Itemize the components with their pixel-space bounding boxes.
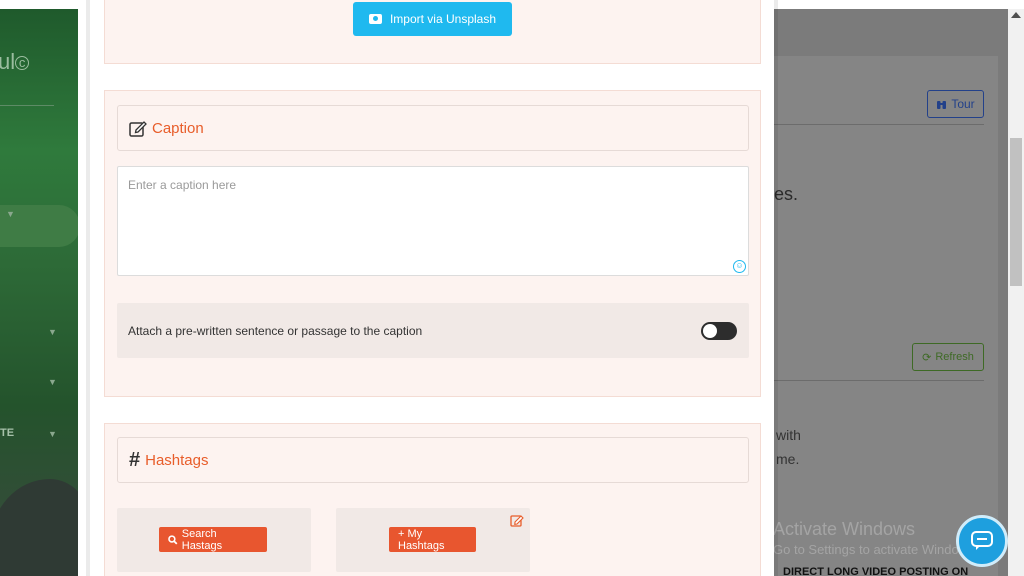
toggle-knob <box>703 323 717 338</box>
chevron-down-icon[interactable]: ▼ <box>48 377 57 387</box>
windows-activation-subtitle: Go to Settings to activate Windows. <box>773 542 979 557</box>
caption-panel: Caption ☺ Attach a pre-written sentence … <box>104 90 761 397</box>
scroll-up-arrow-icon[interactable] <box>1011 12 1021 18</box>
logo-text: ul <box>0 49 16 74</box>
hash-icon: # <box>129 448 141 471</box>
background-card <box>774 56 998 576</box>
tour-button[interactable]: Tour <box>927 90 984 118</box>
chevron-down-icon[interactable]: ▼ <box>6 209 15 219</box>
sidebar-divider <box>0 105 54 106</box>
emoji-picker-icon[interactable]: ☺ <box>733 260 746 273</box>
hashtags-title: Hashtags <box>145 451 209 469</box>
my-hashtags-button[interactable]: + My Hashtags <box>389 527 476 552</box>
caption-title: Caption <box>152 119 204 137</box>
background-footer-text: DIRECT LONG VIDEO POSTING ON <box>783 566 969 576</box>
windows-activation-title: Activate Windows <box>773 519 916 539</box>
search-hashtags-button[interactable]: Search Hastags <box>159 527 267 552</box>
chevron-down-icon[interactable]: ▼ <box>48 429 57 439</box>
sidebar-decoration <box>0 479 78 576</box>
hashtags-header: # Hashtags <box>117 437 749 483</box>
caption-input[interactable] <box>118 167 748 275</box>
attach-passage-row: Attach a pre-written sentence or passage… <box>117 303 749 358</box>
background-sidebar: ul c ▼ ▼ ▼ TE ▼ <box>0 9 78 576</box>
my-hashtags-card: + My Hashtags <box>336 508 530 572</box>
refresh-label: Refresh <box>935 351 974 363</box>
logo-mark: c <box>15 56 30 71</box>
scrollbar-thumb[interactable] <box>1010 138 1022 286</box>
divider <box>774 124 984 125</box>
background-text: with <box>776 427 801 443</box>
chat-button[interactable] <box>956 515 1008 567</box>
caption-input-wrapper: ☺ <box>117 166 749 276</box>
tour-label: Tour <box>951 97 975 111</box>
page-scrollbar[interactable] <box>1008 9 1024 576</box>
camera-icon <box>368 14 382 24</box>
binoculars-icon <box>937 100 947 109</box>
edit-icon[interactable] <box>510 514 524 527</box>
divider <box>774 380 984 381</box>
sidebar-logo: ul c <box>0 49 30 75</box>
search-hashtags-card: Search Hastags <box>117 508 311 572</box>
refresh-icon: ⟳ <box>922 351 932 364</box>
chat-icon <box>971 531 993 550</box>
sidebar-item-label[interactable]: TE <box>0 427 14 439</box>
caption-header: Caption <box>117 105 749 151</box>
chevron-down-icon[interactable]: ▼ <box>48 327 57 337</box>
my-hashtags-label: + My Hashtags <box>398 527 445 552</box>
attach-passage-toggle[interactable] <box>701 321 737 340</box>
hashtags-panel: # Hashtags Search Hastags + My Hashtags <box>104 423 761 576</box>
search-icon <box>168 534 178 545</box>
background-text: me. <box>776 451 800 467</box>
attach-passage-label: Attach a pre-written sentence or passage… <box>128 323 423 338</box>
import-unsplash-button[interactable]: Import via Unsplash <box>353 2 512 36</box>
media-panel: Import via Unsplash <box>104 0 761 64</box>
search-hashtags-label: Search Hastags <box>181 527 223 552</box>
refresh-button[interactable]: ⟳ Refresh <box>912 343 984 371</box>
import-unsplash-label: Import via Unsplash <box>389 12 497 26</box>
edit-icon <box>129 120 147 137</box>
post-composer-modal: Import via Unsplash Caption ☺ Attach a p… <box>90 0 774 576</box>
